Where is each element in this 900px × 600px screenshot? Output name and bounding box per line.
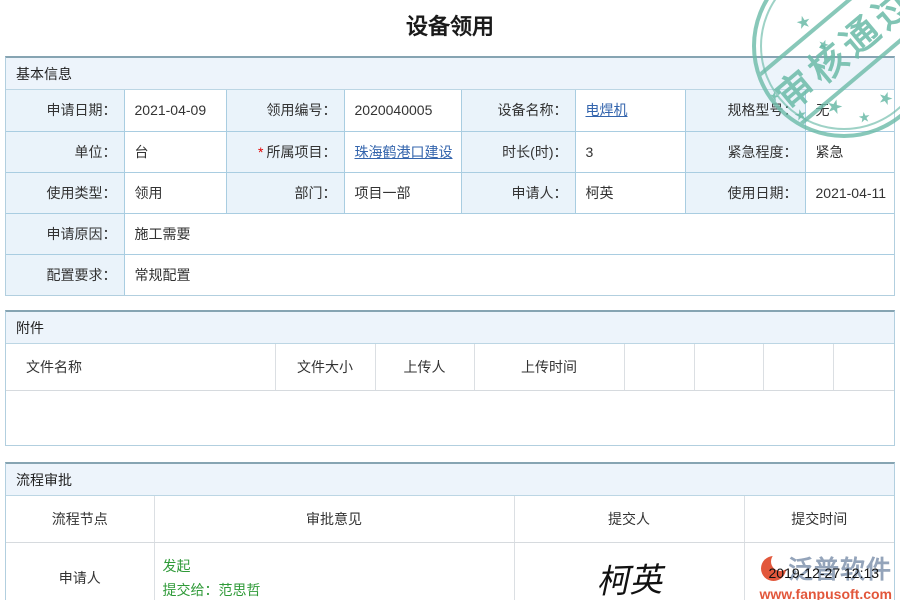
applicant-value: 柯英 — [575, 172, 685, 213]
duration-label: 时长(时)： — [461, 131, 575, 172]
attachments-header-uploader: 上传人 — [375, 344, 474, 390]
star-icon: ★ — [794, 12, 813, 32]
approval-section-title: 流程审批 — [6, 464, 894, 496]
department-value: 项目一部 — [344, 172, 461, 213]
attachments-header-empty — [763, 344, 833, 390]
apply-date-value: 2021-04-09 — [124, 90, 226, 131]
approval-header-row: 流程节点 审批意见 提交人 提交时间 — [6, 496, 894, 543]
reason-value: 施工需要 — [124, 213, 894, 254]
attachments-header-file-size: 文件大小 — [275, 344, 375, 390]
star-icon: ★ — [824, 96, 845, 119]
star-icon: ★ — [857, 109, 871, 125]
opinion-action: 发起 — [163, 554, 514, 578]
vendor-url: www.fanpusoft.com — [760, 586, 892, 600]
star-icon: ★ — [876, 88, 896, 109]
project-value: 珠海鹤港口建设 — [344, 131, 461, 172]
attachments-header-empty — [624, 344, 694, 390]
attachments-table: 文件名称 文件大小 上传人 上传时间 — [6, 344, 894, 391]
requisition-no-value: 2020040005 — [344, 90, 461, 131]
attachments-header-upload-time: 上传时间 — [474, 344, 624, 390]
basic-info-row-5: 配置要求： 常规配置 — [6, 254, 894, 295]
required-asterisk: * — [258, 144, 263, 160]
opinion-submit-to: 提交给：范思哲 — [163, 578, 514, 600]
device-name-link[interactable]: 电焊机 — [586, 102, 628, 118]
config-value: 常规配置 — [124, 254, 894, 295]
attachments-header-file-name: 文件名称 — [6, 344, 275, 390]
approval-header-node: 流程节点 — [6, 496, 154, 543]
config-label: 配置要求： — [6, 254, 124, 295]
attachments-header-empty — [694, 344, 763, 390]
device-name-label: 设备名称： — [461, 90, 575, 131]
attachments-header-empty — [833, 344, 894, 390]
approval-header-opinion: 审批意见 — [154, 496, 514, 543]
approval-table: 流程节点 审批意见 提交人 提交时间 申请人 发起 提交给：范思哲 柯英 201… — [6, 496, 894, 600]
approval-header-submitter: 提交人 — [514, 496, 744, 543]
reason-label: 申请原因： — [6, 213, 124, 254]
star-icon: ★ — [767, 89, 781, 104]
attachments-header-row: 文件名称 文件大小 上传人 上传时间 — [6, 344, 894, 390]
use-date-value: 2021-04-11 — [805, 172, 894, 213]
approval-submitter-cell: 柯英 — [514, 543, 744, 600]
approval-time-cell: 2019-12-27 12:13 泛普软件 www.fanpusoft.com — [744, 543, 894, 600]
applicant-label: 申请人： — [461, 172, 575, 213]
star-icon: ★ — [793, 107, 809, 124]
use-date-label: 使用日期： — [685, 172, 805, 213]
project-link[interactable]: 珠海鹤港口建设 — [355, 144, 453, 160]
unit-label: 单位： — [6, 131, 124, 172]
attachments-empty-body — [6, 391, 894, 445]
basic-info-row-3: 使用类型： 领用 部门： 项目一部 申请人： 柯英 使用日期： 2021-04-… — [6, 172, 894, 213]
page: 设备领用 基本信息 申请日期： 2021-04-09 领用编号： 2020040… — [0, 0, 900, 600]
duration-value: 3 — [575, 131, 685, 172]
use-type-label: 使用类型： — [6, 172, 124, 213]
attachments-section-title: 附件 — [6, 312, 894, 344]
approval-node: 申请人 — [6, 543, 154, 600]
basic-info-row-2: 单位： 台 *所属项目： 珠海鹤港口建设 时长(时)： 3 紧急程度： 紧急 — [6, 131, 894, 172]
unit-value: 台 — [124, 131, 226, 172]
submitter-signature: 柯英 — [595, 553, 663, 600]
requisition-no-label: 领用编号： — [226, 90, 344, 131]
project-label: *所属项目： — [226, 131, 344, 172]
approval-stamp: 审核通过 ★ ★ ★ ★ ★ ★ ★ — [752, 0, 900, 138]
urgency-label: 紧急程度： — [685, 131, 805, 172]
department-label: 部门： — [226, 172, 344, 213]
device-name-value: 电焊机 — [575, 90, 685, 131]
basic-info-row-4: 申请原因： 施工需要 — [6, 213, 894, 254]
attachments-section: 附件 文件名称 文件大小 上传人 上传时间 — [5, 310, 895, 446]
approval-header-submit-time: 提交时间 — [744, 496, 894, 543]
approval-section: 流程审批 流程节点 审批意见 提交人 提交时间 申请人 发起 提交给：范思哲 柯… — [5, 462, 895, 600]
approval-opinion: 发起 提交给：范思哲 — [154, 543, 514, 600]
submit-time: 2019-12-27 12:13 — [769, 565, 880, 581]
approval-stamp-text: 审核通过 — [752, 0, 900, 138]
use-type-value: 领用 — [124, 172, 226, 213]
approval-row: 申请人 发起 提交给：范思哲 柯英 2019-12-27 12:13 泛普软件 — [6, 543, 894, 600]
apply-date-label: 申请日期： — [6, 90, 124, 131]
